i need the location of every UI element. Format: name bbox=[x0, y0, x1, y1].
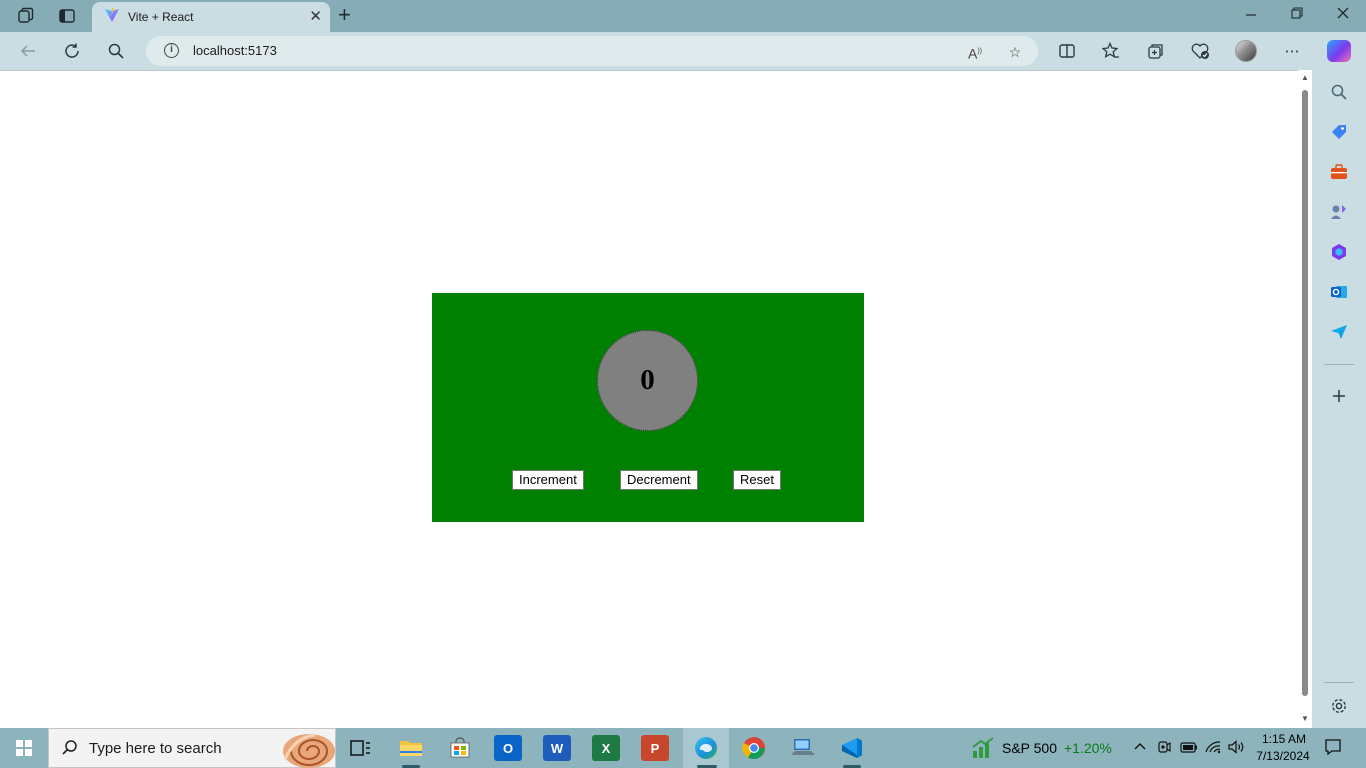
vite-logo-icon bbox=[104, 7, 120, 28]
show-hidden-icons-chevron-icon[interactable] bbox=[1133, 740, 1147, 755]
clock-time[interactable]: 1:15 AM bbox=[1256, 732, 1312, 746]
tools-briefcase-icon[interactable] bbox=[1330, 163, 1348, 181]
outlook-icon[interactable] bbox=[1330, 283, 1348, 301]
scrollbar-thumb[interactable] bbox=[1302, 90, 1308, 696]
favorite-star-icon[interactable]: ☆ bbox=[1006, 43, 1024, 61]
games-icon[interactable] bbox=[1330, 203, 1348, 221]
volume-icon[interactable] bbox=[1228, 740, 1246, 757]
wifi-icon[interactable] bbox=[1205, 740, 1221, 757]
profile-avatar[interactable] bbox=[1235, 40, 1257, 62]
sidebar-settings-icon[interactable] bbox=[1330, 697, 1348, 715]
restore-icon[interactable] bbox=[1287, 6, 1307, 23]
network-computer-icon[interactable] bbox=[788, 733, 818, 763]
sidebar-divider bbox=[1324, 364, 1354, 365]
copilot-icon[interactable] bbox=[1327, 40, 1351, 62]
chrome-icon[interactable] bbox=[739, 733, 769, 763]
microsoft-365-icon[interactable] bbox=[1330, 243, 1348, 261]
new-tab-button[interactable]: + bbox=[338, 4, 351, 26]
add-sidebar-app-icon[interactable] bbox=[1330, 387, 1348, 405]
powerpoint-icon[interactable]: P bbox=[641, 735, 669, 761]
scroll-up-icon[interactable]: ▲ bbox=[1301, 73, 1309, 82]
notifications-icon[interactable] bbox=[1324, 738, 1342, 759]
excel-icon[interactable]: X bbox=[592, 735, 620, 761]
edge-sidebar bbox=[1312, 70, 1366, 728]
stock-chart-icon[interactable] bbox=[968, 733, 998, 763]
counter-display: 0 bbox=[597, 330, 698, 431]
vscode-icon[interactable] bbox=[837, 733, 867, 763]
close-window-icon[interactable] bbox=[1333, 6, 1353, 23]
page-viewport: 0 Increment Decrement Reset bbox=[0, 70, 1298, 728]
back-icon[interactable] bbox=[17, 40, 39, 62]
tab-title: Vite + React bbox=[128, 10, 194, 24]
split-screen-icon[interactable] bbox=[1056, 40, 1078, 62]
workspaces-icon[interactable] bbox=[16, 6, 36, 26]
browser-tab-bar: Vite + React ✕ + bbox=[0, 0, 1366, 32]
site-info-icon[interactable]: i bbox=[164, 43, 179, 58]
tab-actions-icon[interactable] bbox=[57, 6, 77, 26]
taskbar-search-box[interactable]: Type here to search bbox=[48, 728, 336, 768]
reset-button[interactable]: Reset bbox=[733, 470, 781, 490]
stock-change[interactable]: +1.20% bbox=[1064, 740, 1112, 756]
decrement-button[interactable]: Decrement bbox=[620, 470, 698, 490]
word-icon[interactable]: W bbox=[543, 735, 571, 761]
stock-name[interactable]: S&P 500 bbox=[1002, 740, 1057, 756]
browser-tab-active[interactable]: Vite + React ✕ bbox=[92, 2, 330, 32]
increment-button[interactable]: Increment bbox=[512, 470, 584, 490]
windows-taskbar: Type here to search O W X P S&P 500 +1.2… bbox=[0, 728, 1366, 768]
page-scrollbar[interactable]: ▲ ▼ bbox=[1298, 70, 1312, 728]
battery-icon[interactable] bbox=[1180, 740, 1198, 757]
browser-toolbar: i localhost:5173 A)) ☆ ⋯ bbox=[0, 32, 1366, 70]
microsoft-store-icon[interactable] bbox=[445, 733, 475, 763]
clock-date[interactable]: 7/13/2024 bbox=[1254, 749, 1312, 763]
favorites-icon[interactable] bbox=[1100, 40, 1122, 62]
minimize-icon[interactable] bbox=[1241, 6, 1261, 23]
read-aloud-icon[interactable]: A)) bbox=[966, 43, 984, 62]
browser-essentials-icon[interactable] bbox=[1189, 40, 1211, 62]
refresh-icon[interactable] bbox=[61, 40, 83, 62]
taskbar-search-icon bbox=[61, 739, 79, 762]
search-icon[interactable] bbox=[105, 40, 127, 62]
sidebar-divider-bottom bbox=[1324, 682, 1354, 683]
address-bar[interactable]: i localhost:5173 A)) ☆ bbox=[146, 36, 1038, 66]
close-tab-icon[interactable]: ✕ bbox=[309, 9, 322, 24]
sidebar-search-icon[interactable] bbox=[1330, 83, 1348, 101]
edge-browser-icon[interactable] bbox=[691, 733, 721, 763]
more-options-icon[interactable]: ⋯ bbox=[1281, 40, 1303, 62]
taskbar-search-placeholder[interactable]: Type here to search bbox=[89, 740, 222, 757]
nautilus-shell-icon bbox=[265, 729, 337, 768]
task-view-icon[interactable] bbox=[345, 733, 375, 763]
outlook-taskbar-icon[interactable]: O bbox=[494, 735, 522, 761]
windows-start-icon[interactable] bbox=[16, 740, 32, 756]
file-explorer-icon[interactable] bbox=[396, 733, 426, 763]
collections-icon[interactable] bbox=[1145, 40, 1167, 62]
scroll-down-icon[interactable]: ▼ bbox=[1301, 714, 1309, 723]
url-text[interactable]: localhost:5173 bbox=[193, 43, 277, 58]
shopping-tag-icon[interactable] bbox=[1330, 123, 1348, 141]
drop-send-icon[interactable] bbox=[1330, 323, 1348, 341]
counter-card: 0 Increment Decrement Reset bbox=[432, 293, 864, 522]
camera-privacy-icon[interactable] bbox=[1157, 740, 1171, 757]
